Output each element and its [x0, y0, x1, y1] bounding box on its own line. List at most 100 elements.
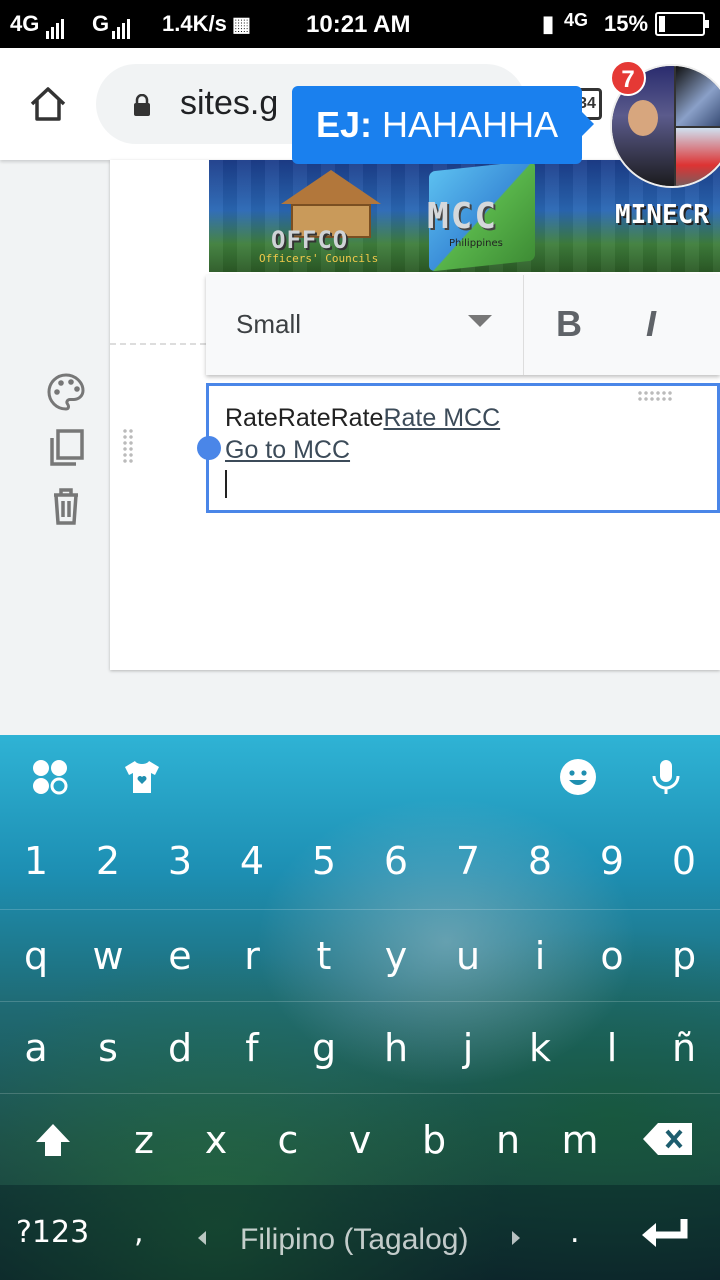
space-bar-language[interactable]: Filipino (Tagalog) [240, 1223, 468, 1257]
letter-row-1: q w e r t y u i o p [0, 909, 720, 1001]
key-6[interactable]: 6 [360, 815, 432, 907]
chat-head-message-bubble[interactable]: EJ: HAHAHHA [292, 86, 594, 164]
font-size-select[interactable]: Small [206, 275, 524, 375]
network-type-1: 4G [10, 11, 40, 36]
symbols-key[interactable]: ?123 [16, 1215, 89, 1250]
clock: 10:21 AM [306, 11, 411, 38]
bold-button[interactable]: B [556, 303, 582, 345]
key-v[interactable]: v [324, 1094, 396, 1186]
text-cursor [225, 470, 227, 498]
key-i[interactable]: i [504, 910, 576, 1002]
key-t[interactable]: t [288, 910, 360, 1002]
key-j[interactable]: j [432, 1002, 504, 1094]
status-bar: 4G G 1.4K/s ▦ 10:21 AM ▮ 4G 15% [0, 0, 720, 48]
letter-row-3: z x c v b n m [0, 1093, 720, 1185]
language-prev-icon [198, 1231, 206, 1245]
key-y[interactable]: y [360, 910, 432, 1002]
minecraft-logo-text: MINECR [615, 200, 709, 230]
network-type-2: G [92, 11, 110, 36]
key-w[interactable]: w [72, 910, 144, 1002]
network-speed: 1.4K/s [162, 11, 227, 36]
go-to-mcc-link[interactable]: Go to MCC [225, 436, 350, 464]
key-n-tilde[interactable]: ñ [648, 1002, 720, 1094]
home-icon[interactable] [28, 84, 68, 124]
key-l[interactable]: l [576, 1002, 648, 1094]
number-row: 1 2 3 4 5 6 7 8 9 0 [0, 815, 720, 907]
key-p[interactable]: p [648, 910, 720, 1002]
shift-icon[interactable] [34, 1122, 72, 1158]
keyboard-toolbar [0, 735, 720, 821]
font-size-value: Small [236, 309, 302, 339]
battery-saver-icon: ▮ [542, 11, 555, 36]
trash-icon[interactable] [46, 486, 86, 526]
mcc-logo-text: MCC [427, 196, 499, 237]
keyboard-notification-icon: ▦ [232, 14, 251, 36]
soft-keyboard: 1 2 3 4 5 6 7 8 9 0 q w e r t y u i o p … [0, 735, 720, 1280]
backspace-icon[interactable] [642, 1122, 694, 1156]
text-box-editor[interactable]: RateRateRateRate MCC Go to MCC [206, 383, 720, 513]
url-text: sites.g [180, 84, 279, 122]
unread-count-badge: 7 [610, 60, 646, 96]
key-0[interactable]: 0 [648, 815, 720, 907]
key-k[interactable]: k [504, 1002, 576, 1094]
key-7[interactable]: 7 [432, 815, 504, 907]
key-z[interactable]: z [108, 1094, 180, 1186]
key-q[interactable]: q [0, 910, 72, 1002]
period-key[interactable]: . [570, 1215, 580, 1250]
italic-button[interactable]: I [646, 303, 656, 345]
comma-key[interactable]: , [134, 1215, 144, 1250]
key-5[interactable]: 5 [288, 815, 360, 907]
keyboard-bottom-row: ?123 , Filipino (Tagalog) . [0, 1185, 720, 1280]
key-8[interactable]: 8 [504, 815, 576, 907]
battery-icon [655, 12, 709, 36]
microphone-icon[interactable] [646, 757, 686, 797]
apps-menu-icon[interactable] [30, 757, 70, 797]
chevron-down-icon [468, 315, 492, 327]
key-h[interactable]: h [360, 1002, 432, 1094]
mcc-logo-subtitle: Philippines [449, 238, 503, 249]
drag-handle-horizontal[interactable] [637, 390, 673, 402]
key-u[interactable]: u [432, 910, 504, 1002]
selection-handle[interactable] [197, 436, 221, 460]
offco-logo-subtitle: Officers' Councils [259, 252, 379, 265]
key-d[interactable]: d [144, 1002, 216, 1094]
text-line-1: RateRateRateRate MCC [225, 404, 500, 433]
language-next-icon [512, 1231, 520, 1245]
lock-icon [134, 94, 150, 116]
key-1[interactable]: 1 [0, 815, 72, 907]
key-9[interactable]: 9 [576, 815, 648, 907]
key-s[interactable]: s [72, 1002, 144, 1094]
chat-sender: EJ: [316, 104, 373, 145]
key-c[interactable]: c [252, 1094, 324, 1186]
battery-percent: 15% [604, 11, 649, 36]
signal-bars-1-icon [46, 13, 66, 39]
key-e[interactable]: e [144, 910, 216, 1002]
key-r[interactable]: r [216, 910, 288, 1002]
signal-bars-2-icon [112, 13, 132, 39]
key-3[interactable]: 3 [144, 815, 216, 907]
chat-message: HAHAHHA [382, 104, 559, 145]
key-b[interactable]: b [398, 1094, 470, 1186]
theme-shirt-icon[interactable] [122, 757, 162, 797]
network-type-3: 4G [564, 10, 589, 30]
section-divider [110, 343, 206, 345]
battery-level-fill [659, 16, 665, 32]
drag-handle-vertical[interactable] [122, 428, 134, 464]
key-4[interactable]: 4 [216, 815, 288, 907]
duplicate-icon[interactable] [46, 428, 86, 468]
key-n[interactable]: n [472, 1094, 544, 1186]
letter-row-2: a s d f g h j k l ñ [0, 1001, 720, 1093]
key-2[interactable]: 2 [72, 815, 144, 907]
text-format-toolbar: Small B I [206, 275, 720, 375]
key-o[interactable]: o [576, 910, 648, 1002]
key-g[interactable]: g [288, 1002, 360, 1094]
offco-logo-text: OFFCO [271, 226, 349, 254]
palette-icon[interactable] [46, 372, 86, 412]
enter-icon[interactable] [640, 1217, 690, 1251]
key-x[interactable]: x [180, 1094, 252, 1186]
emoji-icon[interactable] [558, 757, 598, 797]
key-m[interactable]: m [544, 1094, 616, 1186]
key-f[interactable]: f [216, 1002, 288, 1094]
key-a[interactable]: a [0, 1002, 72, 1094]
rate-mcc-link[interactable]: Rate MCC [383, 404, 500, 432]
